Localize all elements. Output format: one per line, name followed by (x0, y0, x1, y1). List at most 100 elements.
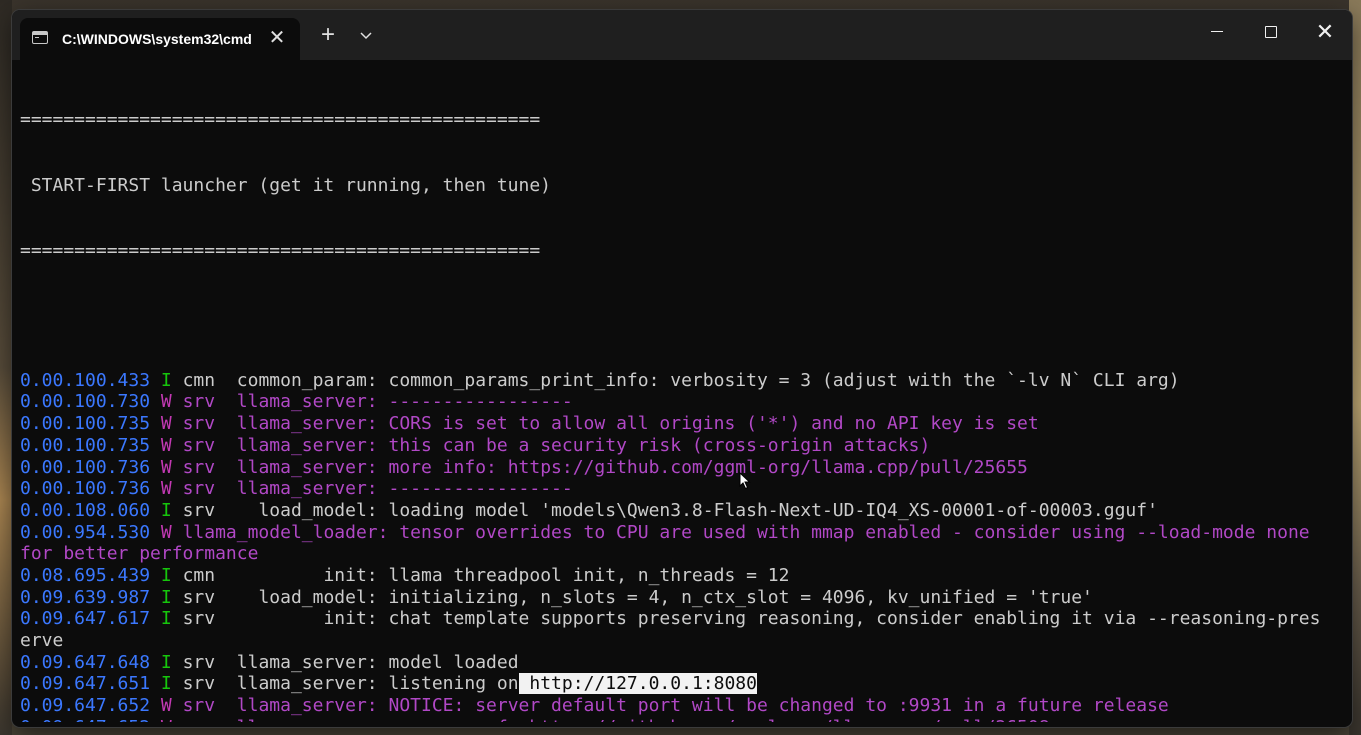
log-line: for better performance (20, 543, 1344, 565)
log-timestamp: 0.00.100.736 (20, 456, 151, 478)
log-message: tensor overrides to CPU are used with mm… (388, 521, 1310, 543)
log-line: 0.08.695.439 I cmn init: llama threadpoo… (20, 565, 1344, 587)
log-level: I (160, 564, 172, 586)
banner-rule-top: ========================================… (20, 109, 541, 131)
log-line: 0.09.647.651 I srv llama_server: listeni… (20, 673, 1344, 695)
log-source: init: (215, 564, 378, 586)
log-source: llama_server: (215, 695, 378, 717)
log-timestamp: 0.09.647.651 (20, 673, 151, 695)
log-module: srv (182, 673, 216, 695)
log-source: llama_server: (215, 391, 378, 413)
log-module: srv (182, 695, 216, 717)
log-module: srv (182, 413, 216, 435)
log-line: 0.00.100.433 I cmn common_param: common_… (20, 370, 1344, 392)
log-timestamp: 0.08.695.439 (20, 564, 151, 586)
log-module: srv (182, 499, 216, 521)
new-tab-button[interactable]: + (316, 23, 340, 48)
log-level: W (161, 717, 172, 722)
minimize-button[interactable] (1190, 10, 1244, 54)
log-message: this can be a security risk (cross-origi… (377, 434, 931, 456)
log-line: 0.00.108.060 I srv load_model: loading m… (20, 500, 1344, 522)
log-source: llama_server: (215, 673, 378, 695)
log-source: common_param: (215, 369, 378, 391)
close-window-button[interactable]: ✕ (1298, 10, 1352, 54)
log-wrap-text: for better performance (20, 543, 259, 565)
log-timestamp: 0.00.100.735 (20, 434, 151, 456)
log-timestamp: 0.09.639.987 (20, 586, 151, 608)
log-message: more info: https://github.com/ggml-org/l… (377, 456, 1028, 478)
log-message: listening on (377, 673, 519, 695)
log-message: chat template supports preserving reason… (377, 608, 1321, 630)
log-timestamp: 0.00.100.735 (20, 413, 151, 435)
log-module: srv (182, 651, 216, 673)
log-timestamp: 0.00.100.730 (20, 391, 151, 413)
log-module: srv (182, 391, 216, 413)
log-module: srv (182, 478, 216, 500)
log-message: ----------------- (377, 391, 573, 413)
log-timestamp: 0.09.647.652 (20, 695, 151, 717)
maximize-button[interactable] (1244, 10, 1298, 54)
log-line: 0.00.100.736 W srv llama_server: -------… (20, 478, 1344, 500)
log-module: srv (183, 717, 216, 722)
log-timestamp: 0.00.100.736 (20, 478, 151, 500)
log-level: I (160, 651, 172, 673)
log-timestamp: 0.09.647.617 (20, 608, 151, 630)
console-output[interactable]: ========================================… (20, 66, 1344, 722)
log-message: ref: https://github.com/ggml-org/llama.c… (378, 717, 1049, 722)
log-message: initializing, n_slots = 4, n_ctx_slot = … (377, 586, 1093, 608)
log-level: W (160, 413, 172, 435)
chevron-down-icon[interactable] (355, 24, 377, 48)
log-message: NOTICE: server default port will be chan… (377, 695, 1169, 717)
log-line: 0.09.647.617 I srv init: chat template s… (20, 608, 1344, 630)
title-bar[interactable]: C:\WINDOWS\system32\cmd.e ✕ + ✕ (12, 10, 1352, 60)
banner-title: START-FIRST launcher (get it running, th… (20, 174, 552, 196)
terminal-icon (32, 31, 48, 44)
selected-url: http://127.0.0.1:8080 (518, 673, 757, 695)
log-source: init: (215, 608, 378, 630)
log-line: 0.09.639.987 I srv load_model: initializ… (20, 587, 1344, 609)
log-module: srv (182, 434, 216, 456)
log-timestamp: 0.09.647.652 (20, 717, 150, 722)
log-source: llama_server: (215, 456, 378, 478)
log-message: model loaded (377, 651, 519, 673)
log-line: erve (20, 630, 1344, 652)
log-line: 0.09.647.652 W srv llama_server: ref: ht… (20, 717, 1344, 722)
log-level: W (160, 456, 172, 478)
log-message: CORS is set to allow all origins ('*') a… (377, 413, 1039, 435)
log-level: W (160, 391, 172, 413)
log-source: load_model: (215, 586, 378, 608)
log-source: llama_server: (215, 717, 378, 722)
log-timestamp: 0.00.100.433 (20, 369, 151, 391)
log-module: cmn (182, 564, 216, 586)
log-source: llama_server: (215, 478, 378, 500)
log-line: 0.00.954.530 W llama_model_loader: tenso… (20, 522, 1344, 544)
log-message: llama threadpool init, n_threads = 12 (377, 564, 790, 586)
log-level: W (160, 521, 172, 543)
log-line: 0.09.647.652 W srv llama_server: NOTICE:… (20, 695, 1344, 717)
log-wrap-text: erve (20, 630, 64, 652)
log-level: I (160, 608, 172, 630)
terminal-window: C:\WINDOWS\system32\cmd.e ✕ + ✕ ========… (12, 10, 1352, 727)
banner-rule-bottom: ========================================… (20, 239, 541, 261)
tab-title: C:\WINDOWS\system32\cmd.e (62, 31, 252, 47)
log-timestamp: 0.00.954.530 (20, 521, 151, 543)
maximize-icon (1265, 26, 1277, 38)
log-message: ----------------- (377, 478, 573, 500)
desktop-wallpaper-left (0, 0, 12, 735)
minimize-icon (1211, 31, 1223, 32)
log-lines: 0.00.100.433 I cmn common_param: common_… (20, 370, 1344, 722)
tab-close-icon[interactable]: ✕ (266, 27, 288, 49)
log-level: I (160, 499, 172, 521)
log-module: srv (182, 586, 216, 608)
log-line: 0.00.100.736 W srv llama_server: more in… (20, 457, 1344, 479)
log-level: I (160, 586, 172, 608)
log-message: common_params_print_info: verbosity = 3 … (377, 369, 1180, 391)
log-source: load_model: (215, 499, 378, 521)
log-source: llama_server: (215, 651, 378, 673)
log-module: srv (182, 608, 216, 630)
log-line: 0.09.647.648 I srv llama_server: model l… (20, 652, 1344, 674)
arrow-cursor-icon (739, 472, 751, 490)
log-level: W (160, 695, 172, 717)
tab-cmd[interactable]: C:\WINDOWS\system32\cmd.e ✕ (20, 18, 300, 60)
